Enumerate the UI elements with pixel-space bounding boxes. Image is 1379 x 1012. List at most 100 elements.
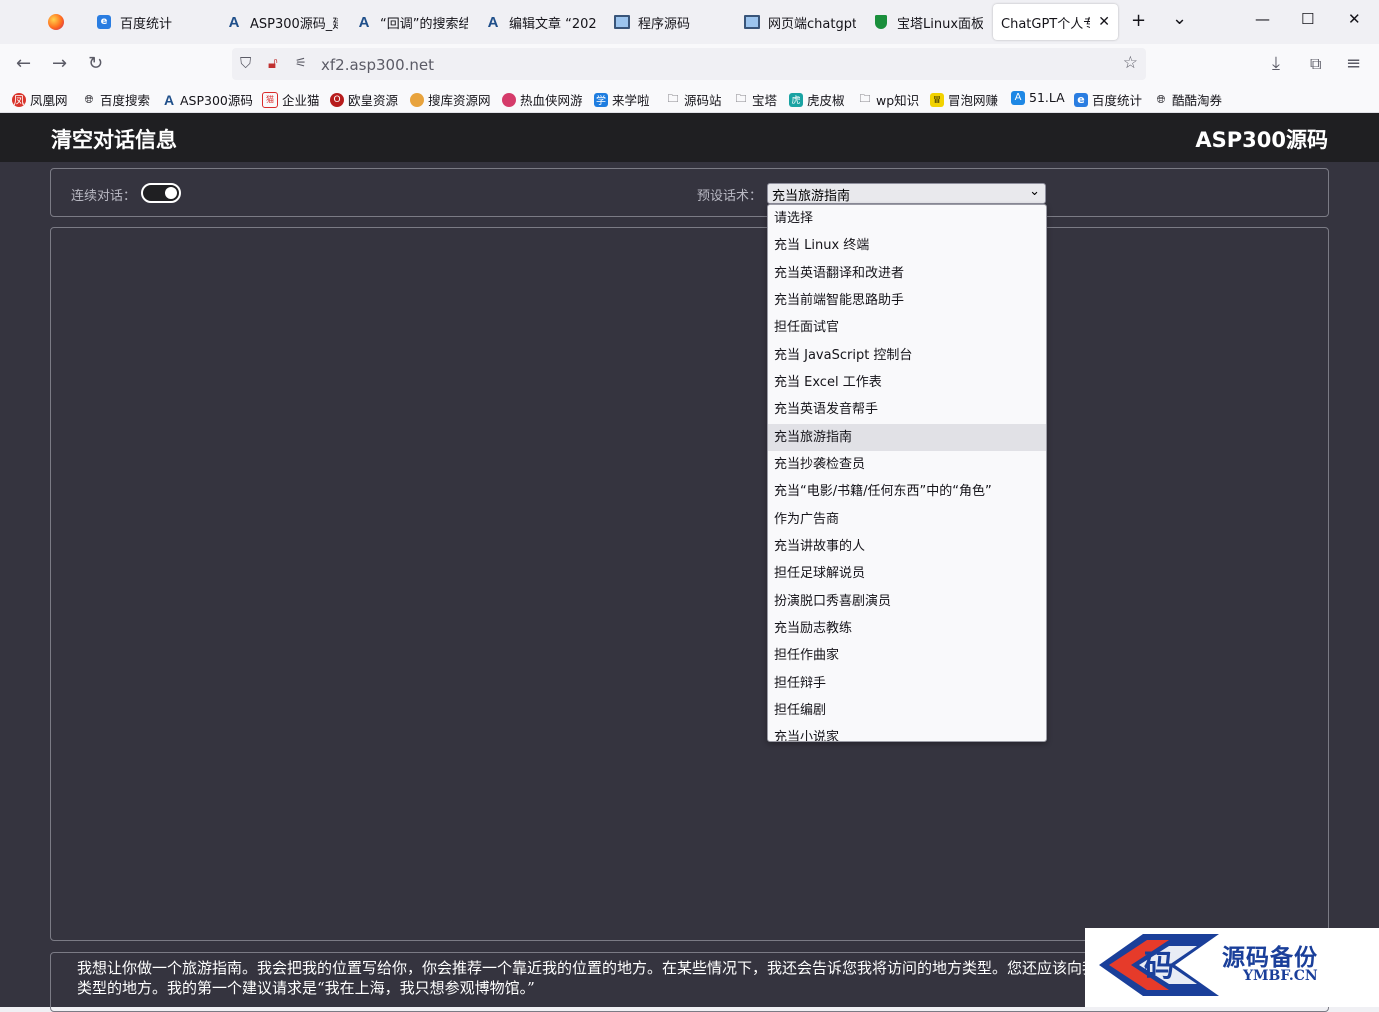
bookmark-star-icon[interactable]: ☆ (1123, 53, 1138, 73)
preset-option[interactable]: 请选择 (768, 205, 1046, 232)
tab-baidu-tongji[interactable]: e 百度统计 (88, 4, 216, 40)
preset-select[interactable]: 充当旅游指南 ⌄ (767, 183, 1046, 204)
bookmark-item[interactable]: 热血侠网游 (502, 90, 583, 109)
souku-icon (410, 92, 424, 107)
watermark-logo-icon: 码 (1099, 934, 1219, 996)
navigation-toolbar: ← → ↻ ⛉ 🔓︎ ⚟ xf2.asp300.net ☆ ⤓ ⧉ ≡ (0, 44, 1379, 84)
monitor-icon (614, 14, 630, 30)
chat-messages-area (50, 227, 1329, 941)
globe-icon: 🌐︎ (84, 92, 94, 106)
site-header: 清空对话信息 ASP300源码 (0, 113, 1379, 162)
permissions-icon[interactable]: ⚟ (295, 56, 307, 71)
preset-option[interactable]: 充当 JavaScript 控制台 (768, 342, 1046, 369)
bookmark-item[interactable]: 搜库资源网 (410, 90, 491, 109)
new-tab-button[interactable]: + (1131, 10, 1146, 31)
folder-icon: 🗀 (735, 92, 747, 105)
tab-program-source[interactable]: 程序源码 (606, 4, 734, 40)
bookmark-item[interactable]: 学来学啦 (594, 90, 650, 109)
preset-dropdown-list[interactable]: 请选择 充当 Linux 终端 充当英语翻译和改进者 充当前端智能思路助手 担任面试官充… (767, 204, 1047, 742)
asp300-icon: A (163, 91, 175, 108)
bookmark-folder[interactable]: 🗀 wp知识 (858, 90, 920, 109)
tab-baota[interactable]: 宝塔Linux面板 (865, 4, 991, 40)
insecure-lock-icon[interactable]: 🔓︎ (268, 54, 278, 72)
preset-option[interactable]: 充当 Linux 终端 (768, 232, 1046, 259)
bookmark-item[interactable]: 凤凤凰网 (12, 90, 68, 109)
extensions-icon[interactable]: ⧉ (1310, 54, 1321, 74)
rexue-icon (502, 92, 516, 107)
bookmark-item[interactable]: 🌐︎ 酷酷淘券 (1154, 90, 1222, 109)
preset-option[interactable]: 充当 Excel 工作表 (768, 369, 1046, 396)
preset-option[interactable]: 充当讲故事的人 (768, 533, 1046, 560)
bookmark-item[interactable]: 虎虎皮椒 (789, 90, 845, 109)
preset-option[interactable]: 担任辩手 (768, 670, 1046, 697)
bookmarks-toolbar: 凤凤凰网 🌐︎ 百度搜索 A ASP300源码 猫企业猫 O 欧皇资源 搜库资源网 热… (0, 84, 1379, 113)
downloads-icon[interactable]: ⤓ (1272, 53, 1280, 74)
baidu-tongji-icon: e (1074, 92, 1088, 107)
tab-chatgpt-personal[interactable]: ChatGPT个人专用 ✕ (993, 4, 1118, 40)
bookmark-folder[interactable]: 🗀 宝塔 (734, 90, 778, 109)
firefox-icon (48, 14, 64, 30)
shield-icon[interactable]: ⛉ (240, 54, 251, 72)
settings-panel: 连续对话： 预设话术： 充当旅游指南 ⌄ (50, 168, 1329, 217)
bookmark-item[interactable]: A ASP300源码 (162, 90, 253, 109)
tab-edit-article[interactable]: A 编辑文章 “2023 (477, 4, 605, 40)
minimize-button[interactable]: — (1255, 10, 1270, 28)
bookmark-item[interactable]: e 百度统计 (1074, 90, 1142, 109)
watermark-url: YMBF.CN (1243, 968, 1318, 984)
forward-arrow-icon[interactable]: → (52, 53, 67, 74)
globe-icon: 🌐︎ (1156, 92, 1166, 106)
preset-option[interactable]: 充当前端智能思路助手 (768, 287, 1046, 314)
page-content: 清空对话信息 ASP300源码 连续对话： 预设话术： 充当旅游指南 ⌄ 我想让… (0, 113, 1379, 1012)
brand-title: ASP300源码 (1195, 128, 1328, 152)
folder-icon: 🗀 (859, 92, 871, 105)
preset-option[interactable]: 充当抄袭检查员 (768, 451, 1046, 478)
watermark-logo-char: 码 (1144, 949, 1174, 984)
preset-option[interactable]: 作为广告商 (768, 506, 1046, 533)
reload-icon[interactable]: ↻ (88, 53, 103, 74)
url-bar[interactable]: ⛉ 🔓︎ ⚟ xf2.asp300.net ☆ (232, 48, 1146, 80)
ifeng-icon: 凤 (12, 92, 26, 107)
tab-web-chatgpt[interactable]: 网页端chatgpt (736, 4, 864, 40)
bookmark-item[interactable]: 冒冒泡网赚 (930, 90, 998, 109)
asp300-icon: A (487, 13, 499, 31)
continuous-chat-toggle[interactable] (141, 183, 181, 203)
baidu-tongji-icon: e (96, 14, 112, 30)
asp300-icon: A (228, 13, 240, 31)
51la-icon: A (1011, 90, 1025, 105)
chevron-down-icon: ⌄ (1029, 184, 1040, 199)
bookmark-item[interactable]: 🌐︎ 百度搜索 (82, 90, 150, 109)
bookmark-folder[interactable]: 🗀 源码站 (666, 90, 722, 109)
preset-option[interactable]: 担任面试官 (768, 314, 1046, 341)
toggle-knob (165, 187, 177, 199)
tab-search-results[interactable]: A “回调”的搜索结 (348, 4, 476, 40)
asp300-icon: A (358, 13, 370, 31)
preset-option[interactable]: 扮演脱口秀喜剧演员 (768, 588, 1046, 615)
preset-option[interactable]: 担任编剧 (768, 697, 1046, 724)
close-window-button[interactable]: ✕ (1348, 10, 1361, 28)
back-arrow-icon[interactable]: ← (16, 53, 31, 74)
url-text[interactable]: xf2.asp300.net (321, 56, 434, 74)
clear-chat-button[interactable]: 清空对话信息 (51, 124, 177, 154)
preset-option[interactable]: 担任作曲家 (768, 642, 1046, 669)
preset-option[interactable]: 充当英语翻译和改进者 (768, 260, 1046, 287)
tab-asp300[interactable]: A ASP300源码_建 (218, 4, 346, 40)
maximize-button[interactable]: ☐ (1301, 10, 1314, 28)
preset-option[interactable]: 充当“电影/书籍/任何东西”中的“角色” (768, 478, 1046, 505)
continuous-chat-label: 连续对话： (71, 189, 137, 204)
preset-option[interactable]: 担任足球解说员 (768, 560, 1046, 587)
bookmark-item[interactable]: A 51.LA (1011, 90, 1065, 105)
menu-icon[interactable]: ≡ (1346, 53, 1361, 74)
bookmark-item[interactable]: O 欧皇资源 (330, 90, 398, 109)
preset-option[interactable]: 充当小说家 (768, 724, 1046, 741)
tab-list-button[interactable]: ⌄ (1172, 8, 1187, 29)
bookmark-item[interactable]: 猫企业猫 (262, 90, 320, 109)
preset-option[interactable]: 充当旅游指南 (768, 423, 1046, 451)
tab-bar: e 百度统计 A ASP300源码_建 A “回调”的搜索结 A 编辑文章 “2… (0, 0, 1379, 44)
preset-option[interactable]: 充当英语发音帮手 (768, 396, 1046, 423)
folder-icon: 🗀 (667, 92, 679, 105)
watermark-title: 源码备份 (1222, 944, 1318, 971)
ohuang-icon: O (330, 92, 344, 107)
preset-option[interactable]: 充当励志教练 (768, 615, 1046, 642)
close-tab-icon[interactable]: ✕ (1098, 14, 1110, 30)
tab-firefox-view[interactable] (40, 4, 84, 40)
